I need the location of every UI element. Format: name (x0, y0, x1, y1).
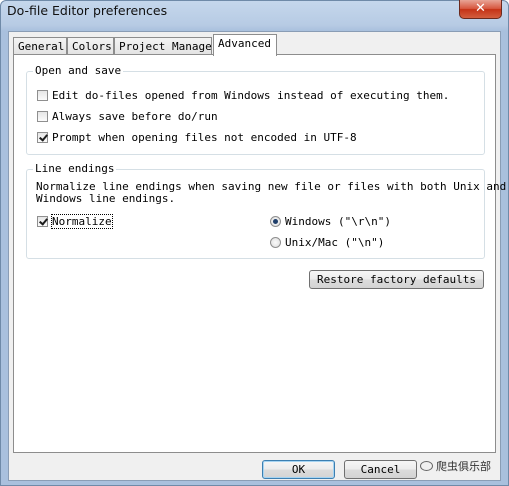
line-endings-group: Line endings Normalize line endings when… (26, 162, 506, 259)
tab-colors[interactable]: Colors (67, 37, 114, 55)
open-and-save-title: Open and save (33, 64, 124, 78)
edit-do-files-option[interactable]: Edit do-files opened from Windows instea… (37, 89, 449, 103)
window-title: Do-file Editor preferences (7, 3, 168, 18)
windows-line-ending-option[interactable]: Windows ("\r\n") (270, 215, 391, 229)
dialog-client-area: General Colors Project Manager Advanced … (8, 31, 506, 481)
always-save-checkbox[interactable] (37, 111, 48, 122)
watermark-text: 爬虫俱乐部 (436, 460, 491, 473)
close-button[interactable]: ✕ (459, 0, 502, 19)
normalize-option[interactable]: Normalize (37, 214, 113, 229)
windows-radio[interactable] (270, 216, 281, 227)
prompt-utf8-option[interactable]: Prompt when opening files not encoded in… (37, 131, 357, 145)
open-and-save-group: Open and save Edit do-files opened from … (26, 64, 485, 155)
close-icon: ✕ (475, 1, 486, 16)
ok-button[interactable]: OK (262, 460, 335, 479)
wechat-logo-icon (420, 461, 433, 471)
watermark: 爬虫俱乐部 (420, 458, 491, 474)
tab-advanced[interactable]: Advanced (213, 34, 277, 56)
tab-general[interactable]: General (13, 37, 67, 55)
always-save-option[interactable]: Always save before do/run (37, 110, 218, 124)
line-endings-title: Line endings (33, 162, 117, 176)
line-endings-description-2: Windows line endings. (36, 192, 176, 205)
dialog-window: Do-file Editor preferences ✕ General Col… (0, 0, 509, 486)
title-bar[interactable]: Do-file Editor preferences ✕ (1, 0, 508, 25)
normalize-checkbox[interactable] (37, 216, 48, 227)
prompt-utf8-checkbox[interactable] (37, 132, 48, 143)
unix-mac-radio-label: Unix/Mac ("\n") (285, 236, 385, 249)
restore-factory-defaults-button[interactable]: Restore factory defaults (309, 270, 484, 289)
windows-radio-label: Windows ("\r\n") (285, 215, 391, 228)
unix-mac-line-ending-option[interactable]: Unix/Mac ("\n") (270, 236, 384, 250)
unix-mac-radio[interactable] (270, 237, 281, 248)
cancel-button[interactable]: Cancel (344, 460, 417, 479)
prompt-utf8-label: Prompt when opening files not encoded in… (52, 131, 357, 144)
normalize-label: Normalize (51, 214, 113, 229)
edit-do-files-checkbox[interactable] (37, 90, 48, 101)
always-save-label: Always save before do/run (52, 110, 218, 123)
advanced-tab-panel: Open and save Edit do-files opened from … (13, 54, 506, 453)
tab-project-manager[interactable]: Project Manager (114, 37, 218, 55)
edit-do-files-label: Edit do-files opened from Windows instea… (52, 89, 450, 102)
